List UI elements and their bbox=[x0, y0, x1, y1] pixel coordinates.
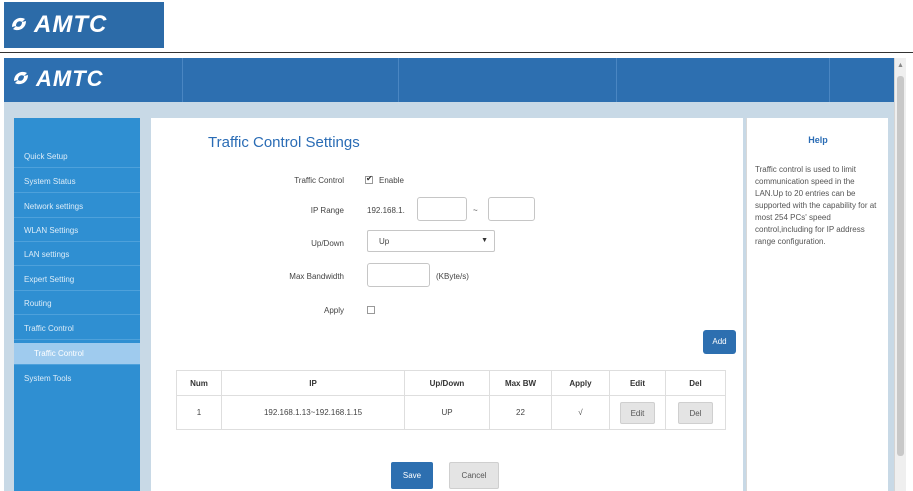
ip-start-input[interactable] bbox=[417, 197, 467, 221]
sidebar-item-traffic-control[interactable]: Traffic Control bbox=[14, 318, 140, 340]
scroll-up-arrow-icon[interactable]: ▲ bbox=[897, 62, 904, 69]
document-logo: AMTC bbox=[4, 2, 164, 48]
column-header-edit: Edit bbox=[609, 370, 666, 396]
delete-button[interactable]: Del bbox=[678, 401, 713, 424]
column-header-apply: Apply bbox=[551, 370, 610, 396]
max-bandwidth-label: Max Bandwidth bbox=[289, 272, 344, 281]
sidebar-menu: Quick Setup System Status Network settin… bbox=[14, 118, 140, 491]
save-button[interactable]: Save bbox=[391, 462, 433, 489]
logo-swirl-icon bbox=[12, 17, 26, 31]
page-title: Traffic Control Settings bbox=[208, 134, 360, 151]
vertical-scrollbar[interactable]: ▲ bbox=[894, 58, 906, 491]
column-header-del: Del bbox=[665, 370, 726, 396]
table-header-row: Num IP Up/Down Max BW Apply Edit Del bbox=[176, 370, 726, 396]
sidebar-item-system-status[interactable]: System Status bbox=[14, 171, 140, 193]
traffic-control-label: Traffic Control bbox=[294, 176, 344, 185]
add-button[interactable]: Add bbox=[703, 330, 736, 354]
cell-num: 1 bbox=[176, 395, 222, 430]
ip-prefix-text: 192.168.1. bbox=[367, 206, 405, 215]
sidebar-item-quick-setup[interactable]: Quick Setup bbox=[14, 146, 140, 168]
traffic-rules-table: Num IP Up/Down Max BW Apply Edit Del 1 1… bbox=[176, 370, 726, 430]
bandwidth-unit: (KByte/s) bbox=[436, 272, 469, 281]
cancel-button[interactable]: Cancel bbox=[449, 462, 499, 489]
brand-logo: AMTC bbox=[8, 11, 107, 39]
cell-apply: √ bbox=[551, 395, 610, 430]
sidebar-item-routing[interactable]: Routing bbox=[14, 293, 140, 315]
enable-checkbox[interactable] bbox=[365, 174, 373, 184]
scrollbar-thumb[interactable] bbox=[897, 76, 904, 456]
updown-select[interactable]: Up ▼ bbox=[367, 230, 495, 252]
apply-label: Apply bbox=[323, 306, 344, 315]
banner-divider bbox=[829, 58, 830, 102]
column-header-ip: IP bbox=[221, 370, 405, 396]
sidebar-item-wlan-settings[interactable]: WLAN Settings bbox=[14, 220, 140, 242]
document-divider bbox=[0, 52, 913, 53]
banner-divider bbox=[398, 58, 399, 102]
edit-button[interactable]: Edit bbox=[620, 401, 655, 424]
cell-edit: Edit bbox=[609, 395, 666, 430]
top-banner: AMTC bbox=[4, 58, 894, 102]
sidebar-item-expert-setting[interactable]: Expert Setting bbox=[14, 269, 140, 291]
column-header-updown: Up/Down bbox=[404, 370, 490, 396]
ip-end-input[interactable] bbox=[488, 197, 535, 221]
cell-updown: UP bbox=[404, 395, 490, 430]
sidebar-item-network-settings[interactable]: Network settings bbox=[14, 196, 140, 218]
sidebar-item-lan-settings[interactable]: LAN settings bbox=[14, 244, 140, 266]
banner-divider bbox=[616, 58, 617, 102]
help-title: Help bbox=[808, 135, 828, 145]
sidebar-subitem-traffic-control-active[interactable]: Traffic Control bbox=[14, 343, 140, 365]
sidebar-item-system-tools[interactable]: System Tools bbox=[14, 368, 140, 390]
banner-logo: AMTC bbox=[10, 66, 104, 92]
banner-divider bbox=[182, 58, 183, 102]
enable-label: Enable bbox=[379, 176, 404, 185]
main-panel: Traffic Control Settings Traffic Control… bbox=[151, 118, 743, 491]
table-row: 1 192.168.1.13~192.168.1.15 UP 22 √ Edit… bbox=[176, 395, 726, 430]
help-panel: Help Traffic control is used to limit co… bbox=[746, 118, 888, 491]
logo-swirl-icon bbox=[14, 71, 28, 85]
router-admin-screenshot: AMTC ▲ Quick Setup System Status Network… bbox=[4, 58, 906, 491]
max-bandwidth-input[interactable] bbox=[367, 263, 430, 287]
updown-label: Up/Down bbox=[311, 239, 344, 248]
column-header-max-bw: Max BW bbox=[489, 370, 552, 396]
cell-del: Del bbox=[665, 395, 726, 430]
updown-selected-value: Up bbox=[379, 237, 390, 246]
column-header-num: Num bbox=[176, 370, 222, 396]
ip-range-separator: ~ bbox=[473, 206, 478, 215]
help-text: Traffic control is used to limit communi… bbox=[755, 165, 877, 246]
cell-ip: 192.168.1.13~192.168.1.15 bbox=[221, 395, 405, 430]
dropdown-caret-icon: ▼ bbox=[481, 237, 488, 244]
cell-max-bw: 22 bbox=[489, 395, 552, 430]
ip-range-label: IP Range bbox=[310, 206, 344, 215]
apply-checkbox[interactable] bbox=[367, 306, 375, 314]
